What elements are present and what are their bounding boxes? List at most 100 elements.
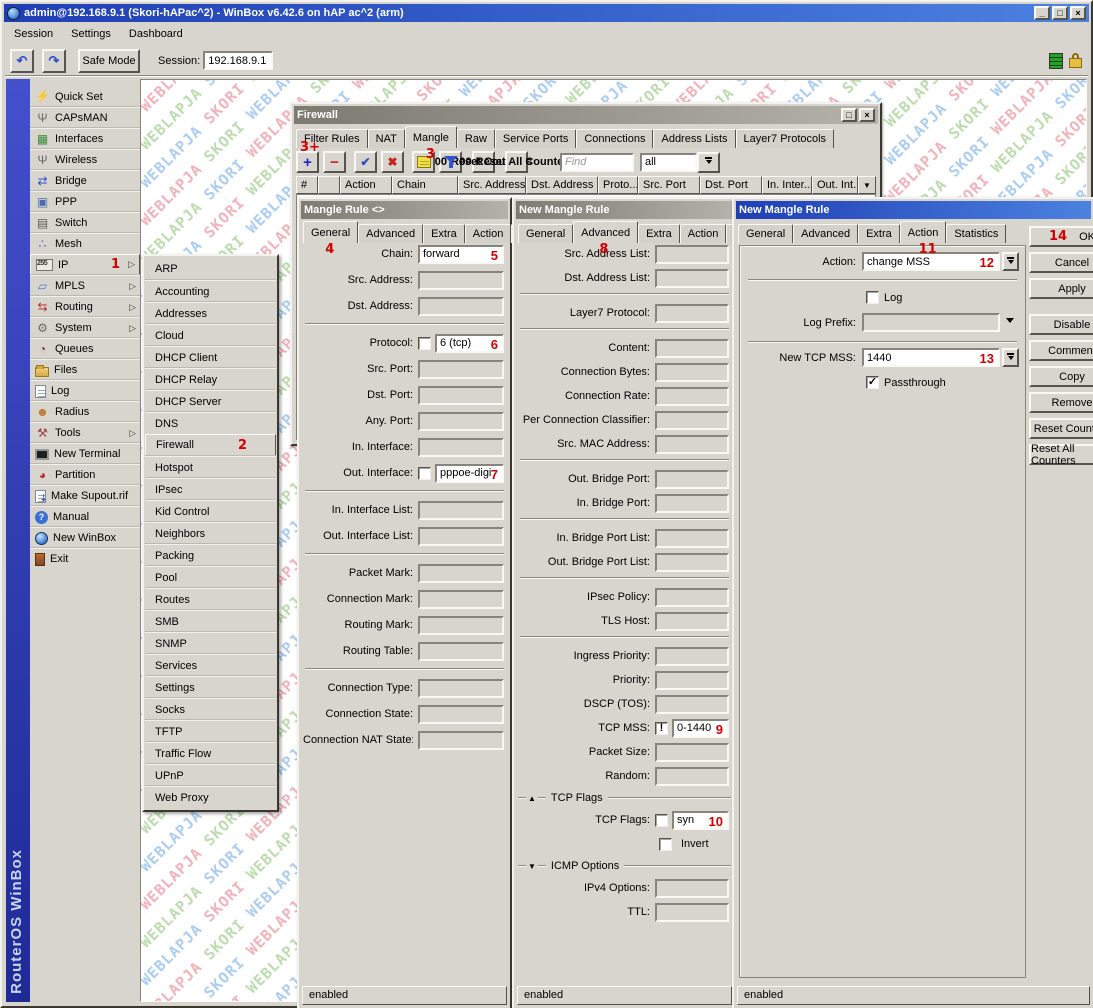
sidebar-item-make-supout-rif[interactable]: Make Supout.rif <box>30 485 140 506</box>
filter-dropdown-button[interactable] <box>697 152 720 173</box>
group-header-icmp-options[interactable]: ▼ICMP Options <box>518 859 731 873</box>
sidebar-item-wireless[interactable]: ΨWireless <box>30 149 140 170</box>
ip-menu-item-settings[interactable]: Settings <box>145 676 276 698</box>
session-value-box[interactable]: 192.168.9.1 <box>203 51 273 70</box>
connection-mark-input[interactable] <box>418 590 504 609</box>
mangle-action-tab-statistics[interactable]: Statistics <box>946 224 1006 243</box>
column-header-dst-address[interactable]: Dst. Address <box>526 176 598 194</box>
mangle-advanced-tab-action[interactable]: Action <box>680 224 727 243</box>
menu-settings[interactable]: Settings <box>62 26 120 42</box>
ok-button[interactable]: 14OK <box>1029 226 1093 247</box>
sidebar-item-partition[interactable]: ◕Partition <box>30 464 140 485</box>
firewall-tab-mangle[interactable]: Mangle3 <box>405 126 457 148</box>
tcp-flags-enable-checkbox[interactable] <box>655 814 668 827</box>
log-prefix-dropdown-arrow-icon[interactable] <box>1006 318 1014 327</box>
column-header-proto[interactable]: Proto... <box>598 176 638 194</box>
ip-menu-item-hotspot[interactable]: Hotspot <box>145 456 276 478</box>
disable-rule-button[interactable]: ✖ <box>381 151 404 173</box>
close-button[interactable]: × <box>1070 6 1086 20</box>
ip-menu-item-services[interactable]: Services <box>145 654 276 676</box>
log-prefix-input[interactable] <box>862 313 1000 332</box>
cancel-button[interactable]: Cancel <box>1029 252 1093 273</box>
ip-menu-item-traffic-flow[interactable]: Traffic Flow <box>145 742 276 764</box>
sidebar-item-quick-set[interactable]: ⚡Quick Set <box>30 86 140 107</box>
dscp-tos-input[interactable] <box>655 695 729 714</box>
packet-size-input[interactable] <box>655 743 729 762</box>
firewall-tab-service-ports[interactable]: Service Ports <box>495 129 576 148</box>
mangle-advanced-tab-advanced[interactable]: Advanced8 <box>573 221 638 243</box>
firewall-close-button[interactable]: × <box>859 108 875 122</box>
connection-nat-state-input[interactable] <box>418 731 504 750</box>
src-address-input[interactable] <box>418 271 504 290</box>
minimize-button[interactable]: _ <box>1034 6 1050 20</box>
column-header-[interactable]: # <box>296 176 318 194</box>
column-header-dst-port[interactable]: Dst. Port <box>700 176 762 194</box>
ip-menu-item-kid-control[interactable]: Kid Control <box>145 500 276 522</box>
group-header-tcp-flags[interactable]: ▲TCP Flags <box>518 791 731 805</box>
column-header-src-address[interactable]: Src. Address <box>458 176 526 194</box>
sidebar-item-radius[interactable]: ☻Radius <box>30 401 140 422</box>
mangle-action-tab-general[interactable]: General <box>738 224 793 243</box>
out-bridge-port-list-input[interactable] <box>655 553 729 572</box>
ipv4-options-input[interactable] <box>655 879 729 898</box>
ip-menu-item-tftp[interactable]: TFTP <box>145 720 276 742</box>
sidebar-item-switch[interactable]: ▤Switch <box>30 212 140 233</box>
mangle-action-tab-extra[interactable]: Extra <box>858 224 900 243</box>
mangle-general-tab-advanced[interactable]: Advanced <box>358 224 423 243</box>
sidebar-item-interfaces[interactable]: ▦Interfaces <box>30 128 140 149</box>
sidebar-item-bridge[interactable]: ⇄Bridge <box>30 170 140 191</box>
firewall-tab-raw[interactable]: Raw <box>457 129 495 148</box>
mangle-general-tab-general[interactable]: General4 <box>303 221 358 243</box>
in-bridge-port-list-input[interactable] <box>655 529 729 548</box>
routing-table-input[interactable] <box>418 642 504 661</box>
sidebar-item-system[interactable]: ⚙System▷ <box>30 317 140 338</box>
reset-all-counters-button[interactable]: 00 Reset All Counters <box>505 151 528 173</box>
connection-type-input[interactable] <box>418 679 504 698</box>
remove-button[interactable]: Remove <box>1029 392 1093 413</box>
redo-button[interactable]: ↷ <box>42 49 66 73</box>
mangle-advanced-tab-general[interactable]: General <box>518 224 573 243</box>
mangle-general-tab-extra[interactable]: Extra <box>423 224 465 243</box>
in-interface-list-input[interactable] <box>418 501 504 520</box>
ttl-input[interactable] <box>655 903 729 922</box>
layer7-protocol-input[interactable] <box>655 304 729 323</box>
ip-menu-item-socks[interactable]: Socks <box>145 698 276 720</box>
out-interface-input[interactable]: pppoe-digi7 <box>435 464 504 483</box>
new-tcp-mss-dropdown-button[interactable] <box>1002 348 1019 367</box>
connection-rate-input[interactable] <box>655 387 729 406</box>
column-header-action[interactable]: Action <box>340 176 392 194</box>
sidebar-item-mesh[interactable]: ∴Mesh <box>30 233 140 254</box>
dst-address-list-input[interactable] <box>655 269 729 288</box>
in-interface-input[interactable] <box>418 438 504 457</box>
tcp-flags-input[interactable]: syn10 <box>672 811 729 830</box>
ip-menu-item-firewall[interactable]: Firewall2 <box>145 434 276 456</box>
ip-menu-item-addresses[interactable]: Addresses <box>145 302 276 324</box>
maximize-button[interactable]: □ <box>1052 6 1068 20</box>
dst-address-input[interactable] <box>418 297 504 316</box>
connection-bytes-input[interactable] <box>655 363 729 382</box>
connection-state-input[interactable] <box>418 705 504 724</box>
ip-menu-item-neighbors[interactable]: Neighbors <box>145 522 276 544</box>
collapse-arrow-icon[interactable]: ▲ <box>528 794 536 803</box>
any-port-input[interactable] <box>418 412 504 431</box>
protocol-enable-checkbox[interactable] <box>418 337 431 350</box>
ip-menu-item-accounting[interactable]: Accounting <box>145 280 276 302</box>
tls-host-input[interactable] <box>655 612 729 631</box>
per-connection-classifier-input[interactable] <box>655 411 729 430</box>
ip-menu-item-dhcp-relay[interactable]: DHCP Relay <box>145 368 276 390</box>
disable-button[interactable]: Disable <box>1029 314 1093 335</box>
firewall-maximize-button[interactable]: □ <box>841 108 857 122</box>
column-options-button[interactable]: ▼ <box>858 176 876 194</box>
ip-menu-item-arp[interactable]: ARP <box>145 258 276 280</box>
reset-counters-button[interactable]: Reset Counters <box>1029 418 1093 439</box>
ip-menu-item-routes[interactable]: Routes <box>145 588 276 610</box>
priority-input[interactable] <box>655 671 729 690</box>
tcp-mss-input[interactable]: 0-14409 <box>672 719 729 738</box>
ip-menu-item-ipsec[interactable]: IPsec <box>145 478 276 500</box>
ip-menu-item-cloud[interactable]: Cloud <box>145 324 276 346</box>
packet-mark-input[interactable] <box>418 564 504 583</box>
sidebar-item-routing[interactable]: ⇆Routing▷ <box>30 296 140 317</box>
invert-checkbox[interactable] <box>659 838 672 851</box>
ip-menu-item-dhcp-client[interactable]: DHCP Client <box>145 346 276 368</box>
sidebar-item-log[interactable]: Log <box>30 380 140 401</box>
